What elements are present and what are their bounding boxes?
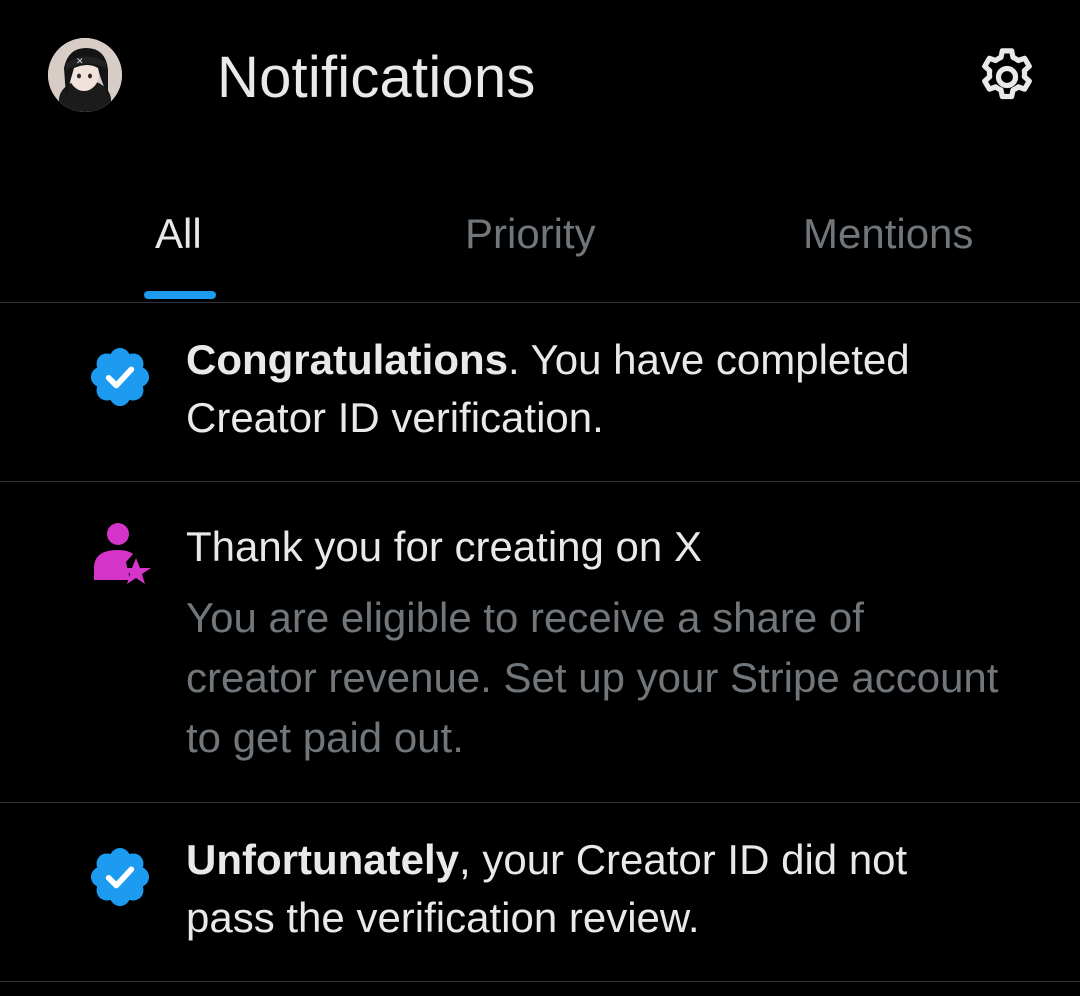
notification-text: Congratulations. You have completed Crea… [186,331,1006,447]
settings-button[interactable] [974,44,1040,110]
user-avatar-icon: ✕ [48,38,122,112]
creator-star-person-icon [88,518,156,586]
tab-priority[interactable]: Priority [465,206,596,262]
notification-detail: You are eligible to receive a share of c… [186,594,999,761]
notification-tabs: All Priority Mentions [0,180,1080,302]
notification-text: Unfortunately, your Creator ID did not p… [186,831,1006,947]
notification-title: Thank you for creating on X [186,523,702,570]
page-title: Notifications [217,45,536,110]
notification-bold-lead: Congratulations [186,336,508,383]
divider [0,981,1080,982]
notification-item[interactable]: Congratulations. You have completed Crea… [0,303,1080,480]
avatar[interactable]: ✕ [48,38,122,112]
verified-badge-icon [86,843,154,911]
notification-item[interactable]: Unfortunately, your Creator ID did not p… [0,803,1080,980]
notification-bold-lead: Unfortunately [186,836,459,883]
active-tab-indicator [144,291,216,299]
verified-badge-icon [86,343,154,411]
notification-text: Thank you for creating on X You are elig… [186,518,1006,768]
tab-mentions[interactable]: Mentions [803,206,973,262]
gear-icon [982,48,1032,100]
notification-item[interactable]: Thank you for creating on X You are elig… [0,482,1080,802]
top-bar: ✕ Notifications [0,0,1080,160]
svg-text:✕: ✕ [76,57,84,67]
tab-all[interactable]: All [155,206,202,262]
